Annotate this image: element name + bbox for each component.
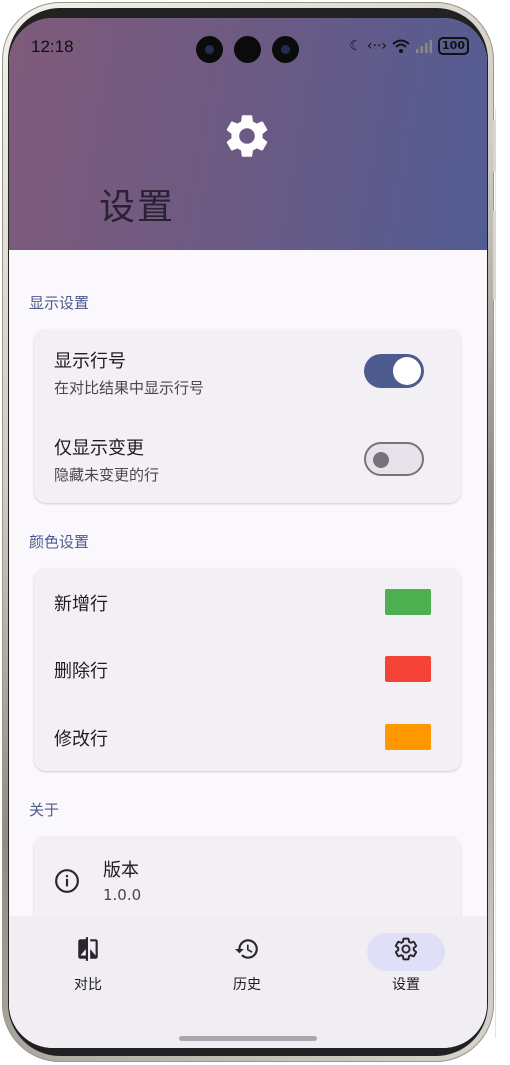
color-row-title: 删除行: [54, 661, 108, 682]
camera-icon: [272, 36, 299, 63]
status-icons: ☾ ‹··› 100: [349, 37, 469, 55]
added-color-swatch[interactable]: [385, 589, 431, 615]
setting-title: 仅显示变更: [54, 438, 144, 459]
nav-item-settings[interactable]: 设置: [356, 933, 456, 994]
sensor-icon: [234, 36, 261, 63]
version-title: 版本: [103, 860, 139, 881]
info-icon: [55, 869, 79, 893]
moon-icon: ☾: [349, 38, 362, 54]
deleted-color-swatch[interactable]: [385, 656, 431, 682]
setting-subtitle: 隐藏未变更的行: [54, 466, 160, 484]
color-row-title: 修改行: [54, 729, 108, 750]
nav-label: 设置: [392, 977, 420, 993]
camera-icon: [196, 36, 223, 63]
window-edge: [495, 108, 510, 1038]
battery-indicator: 100: [438, 37, 469, 55]
power-button: [493, 210, 496, 300]
nav-label: 历史: [233, 977, 261, 993]
color-row-modified[interactable]: 修改行: [34, 704, 461, 771]
setting-title: 显示行号: [54, 351, 126, 372]
section-label-colors: 颜色设置: [29, 533, 90, 551]
section-label-display: 显示设置: [29, 294, 90, 312]
section-label-about: 关于: [29, 801, 60, 819]
setting-row-only-changes[interactable]: 仅显示变更 隐藏未变更的行: [34, 416, 461, 503]
home-indicator[interactable]: [179, 1036, 317, 1041]
history-icon: [235, 939, 258, 959]
signal-icon: [416, 40, 433, 53]
color-row-deleted[interactable]: 删除行: [34, 636, 461, 704]
gear-icon: [226, 115, 268, 157]
version-value: 1.0.0: [103, 886, 142, 904]
color-row-title: 新增行: [54, 594, 108, 615]
gear-icon: [394, 937, 418, 961]
modified-color-swatch[interactable]: [385, 724, 431, 750]
show-line-numbers-toggle[interactable]: [364, 354, 424, 388]
setting-subtitle: 在对比结果中显示行号: [54, 379, 205, 397]
nav-item-history[interactable]: 历史: [197, 936, 297, 994]
only-changes-toggle[interactable]: [364, 442, 424, 476]
status-time: 12:18: [31, 37, 74, 56]
bottom-navigation: 对比 历史 设置: [9, 916, 487, 1048]
setting-row-show-line-numbers[interactable]: 显示行号 在对比结果中显示行号: [34, 329, 461, 416]
wifi-icon: [392, 39, 410, 53]
color-row-added[interactable]: 新增行: [34, 568, 461, 636]
color-settings-card: 新增行 删除行 修改行: [34, 568, 461, 771]
data-transfer-icon: ‹··›: [366, 38, 388, 54]
settings-header: 12:18 ☾ ‹··› 100 设置: [9, 18, 487, 250]
compare-icon: [78, 937, 98, 961]
nav-label: 对比: [74, 977, 102, 993]
nav-item-compare[interactable]: 对比: [38, 936, 138, 994]
display-settings-card: 显示行号 在对比结果中显示行号 仅显示变更 隐藏未变更的行: [34, 329, 461, 503]
app-screen: 12:18 ☾ ‹··› 100 设置 显示设置 显示行号 在对比结果中显示行号…: [9, 18, 487, 1048]
volume-button: [493, 120, 496, 172]
page-title: 设置: [99, 187, 176, 228]
